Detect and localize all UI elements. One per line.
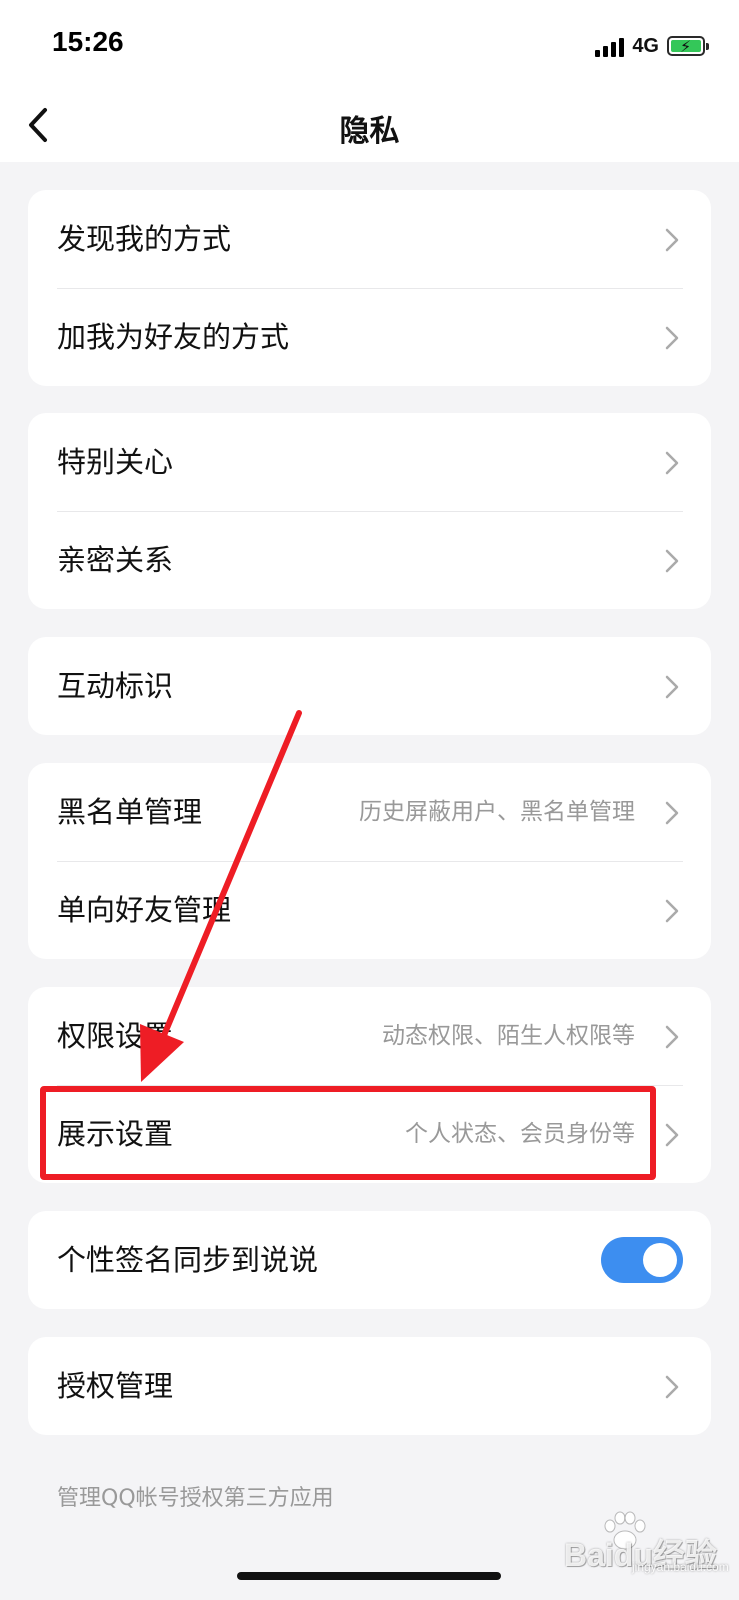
row-label: 个性签名同步到说说	[57, 1243, 319, 1277]
settings-group-blocklist: 黑名单管理 历史屏蔽用户、黑名单管理 单向好友管理	[28, 763, 711, 959]
row-label: 发现我的方式	[57, 222, 232, 256]
row-authorization-management[interactable]: 授权管理	[28, 1337, 711, 1435]
chevron-right-icon	[665, 1375, 679, 1399]
watermark-url: jingyan.baidu.com	[632, 1560, 729, 1574]
chevron-right-icon	[665, 228, 679, 252]
network-type: 4G	[632, 34, 659, 57]
nav-bar: 隐私	[0, 90, 739, 162]
chevron-right-icon	[665, 1025, 679, 1049]
row-label: 展示设置	[57, 1117, 174, 1151]
row-label: 特别关心	[57, 445, 174, 479]
row-label: 加我为好友的方式	[57, 320, 290, 354]
row-display-settings[interactable]: 展示设置 个人状态、会员身份等	[28, 1085, 711, 1183]
row-one-way-friends[interactable]: 单向好友管理	[28, 861, 711, 959]
baidu-jingyan-watermark: Baidu经验 jingyan.baidu.com	[536, 1508, 729, 1578]
row-label: 黑名单管理	[57, 795, 203, 829]
row-subtitle: 个人状态、会员身份等	[405, 1121, 635, 1147]
row-intimate-relation[interactable]: 亲密关系	[28, 511, 711, 609]
row-subtitle: 动态权限、陌生人权限等	[382, 1023, 635, 1049]
signal-icon	[595, 35, 625, 57]
battery-charging-icon: ⚡	[667, 36, 709, 56]
chevron-right-icon	[665, 801, 679, 825]
toggle-knob	[643, 1243, 677, 1277]
chevron-right-icon	[665, 326, 679, 350]
settings-group-permissions: 权限设置 动态权限、陌生人权限等 展示设置 个人状态、会员身份等	[28, 987, 711, 1183]
row-label: 单向好友管理	[57, 893, 232, 927]
row-blacklist[interactable]: 黑名单管理 历史屏蔽用户、黑名单管理	[28, 763, 711, 861]
row-interaction-badge[interactable]: 互动标识	[28, 637, 711, 735]
row-label: 互动标识	[57, 669, 174, 703]
chevron-right-icon	[665, 899, 679, 923]
settings-group-relations: 特别关心 亲密关系	[28, 413, 711, 609]
chevron-right-icon	[665, 675, 679, 699]
settings-group-interaction: 互动标识	[28, 637, 711, 735]
status-time: 15:26	[52, 26, 124, 57]
settings-group-signature: 个性签名同步到说说	[28, 1211, 711, 1309]
signature-sync-toggle[interactable]	[601, 1237, 683, 1283]
row-add-friend-method[interactable]: 加我为好友的方式	[28, 288, 711, 386]
status-icons: 4G ⚡	[595, 32, 709, 60]
chevron-right-icon	[665, 549, 679, 573]
row-special-care[interactable]: 特别关心	[28, 413, 711, 511]
settings-group-authorization: 授权管理	[28, 1337, 711, 1435]
status-bar: 15:26 4G ⚡	[0, 0, 739, 90]
row-subtitle: 历史屏蔽用户、黑名单管理	[359, 799, 635, 825]
authorization-footnote: 管理QQ帐号授权第三方应用	[57, 1486, 334, 1511]
row-signature-sync: 个性签名同步到说说	[28, 1211, 711, 1309]
row-permission-settings[interactable]: 权限设置 动态权限、陌生人权限等	[28, 987, 711, 1085]
settings-group-discovery: 发现我的方式 加我为好友的方式	[28, 190, 711, 386]
row-label: 亲密关系	[57, 543, 174, 577]
home-indicator[interactable]	[237, 1572, 501, 1580]
chevron-right-icon	[665, 451, 679, 475]
row-label: 权限设置	[57, 1019, 174, 1053]
chevron-right-icon	[665, 1123, 679, 1147]
page-title: 隐私	[339, 114, 400, 149]
row-discover-me[interactable]: 发现我的方式	[28, 190, 711, 288]
row-label: 授权管理	[57, 1369, 174, 1403]
